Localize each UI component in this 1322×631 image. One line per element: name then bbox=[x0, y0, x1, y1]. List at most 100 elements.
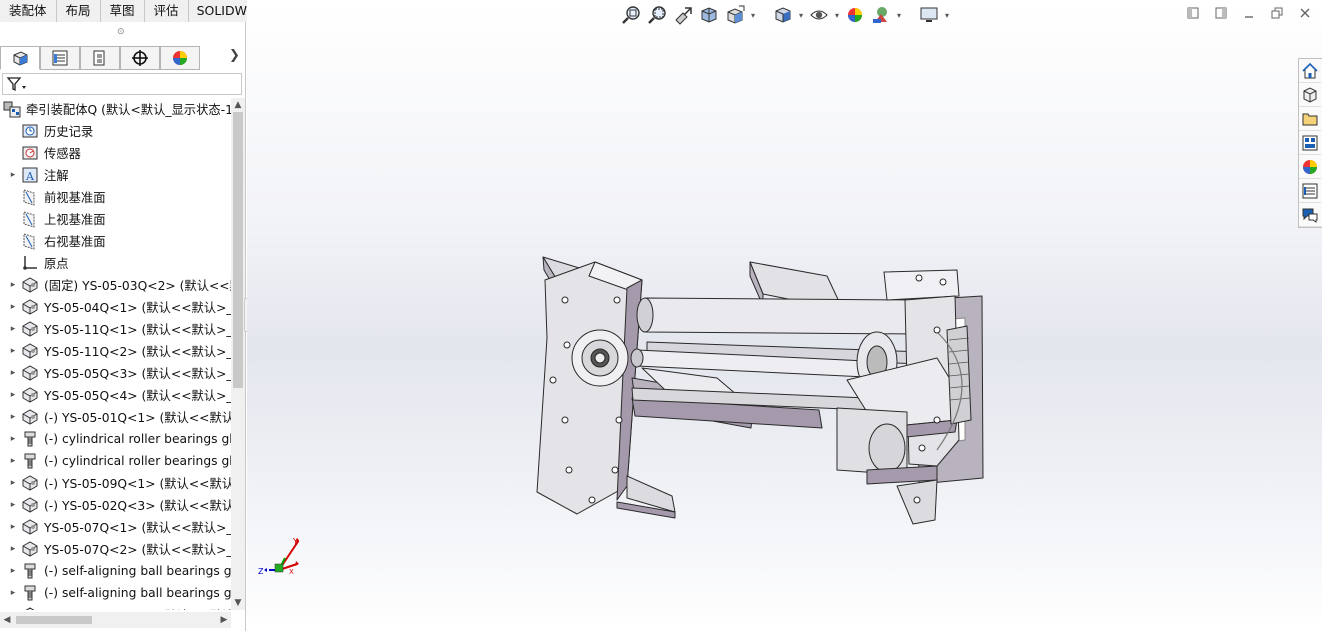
tab-2[interactable]: 草图 bbox=[100, 0, 145, 22]
tree-item-label: YS-05-07Q<1> (默认<<默认>_显 bbox=[44, 521, 231, 535]
expand-arrow-icon[interactable]: ▸ bbox=[6, 368, 20, 378]
assembly-icon bbox=[2, 100, 22, 118]
manager-tabs: ⊙ ❯ bbox=[0, 22, 246, 70]
filter-icon[interactable] bbox=[6, 76, 28, 92]
tree-item[interactable]: ▸ (-) self-aligning ball bearings gl bbox=[0, 582, 231, 604]
tree-item-label: 右视基准面 bbox=[44, 235, 106, 249]
tree-item-label: 牵引装配体Q (默认<默认_显示状态-1 bbox=[26, 103, 231, 117]
part-icon bbox=[20, 342, 40, 360]
tree-item-label: YS-05-11Q<2> (默认<<默认>_显 bbox=[44, 345, 231, 359]
part-icon bbox=[20, 386, 40, 404]
expand-arrow-icon[interactable]: ▸ bbox=[6, 478, 20, 488]
tree-item-label: 注解 bbox=[44, 169, 69, 183]
tree-item-label: YS-05-11Q<1> (默认<<默认>_显 bbox=[44, 323, 231, 337]
tree-item[interactable]: ▸(-) YS-05-08Q<1> (默认<<默认> bbox=[0, 604, 231, 610]
triad-y-label: Y bbox=[292, 537, 298, 546]
expand-arrow-icon[interactable]: ▸ bbox=[6, 390, 20, 400]
expand-arrow-icon[interactable]: ▸ bbox=[6, 544, 20, 554]
h-scroll-thumb[interactable] bbox=[16, 616, 92, 624]
tab-3[interactable]: 评估 bbox=[144, 0, 189, 22]
toolbox-part-icon bbox=[20, 452, 40, 470]
tree-item[interactable]: 原点 bbox=[0, 252, 231, 274]
plane-icon bbox=[20, 188, 40, 206]
tree-item-label: (-) self-aligning ball bearings gl bbox=[44, 564, 231, 578]
tree-item-label: 原点 bbox=[44, 257, 69, 271]
part-icon bbox=[20, 540, 40, 558]
tree-item-label: (-) YS-05-01Q<1> (默认<<默认> bbox=[44, 411, 231, 425]
tree-item[interactable]: ▸ YS-05-05Q<3> (默认<<默认>_显 bbox=[0, 362, 231, 384]
tree-item[interactable]: ▸ YS-05-05Q<4> (默认<<默认>_显 bbox=[0, 384, 231, 406]
scroll-right-icon[interactable]: ▶ bbox=[217, 612, 231, 628]
reference-triad: Y Z X bbox=[258, 537, 299, 576]
part-icon bbox=[20, 298, 40, 316]
tree-item-label: 传感器 bbox=[44, 147, 81, 161]
triad-z-label: Z bbox=[258, 567, 264, 576]
part-icon bbox=[20, 408, 40, 426]
tree-item[interactable]: 右视基准面 bbox=[0, 230, 231, 252]
configurationmanager-icon[interactable] bbox=[80, 46, 120, 70]
tree-item[interactable]: ▸ (-) cylindrical roller bearings gb bbox=[0, 428, 231, 450]
part-icon bbox=[20, 474, 40, 492]
tree-filter[interactable] bbox=[2, 73, 242, 95]
expand-arrow-icon[interactable]: ▸ bbox=[6, 170, 20, 180]
tree-item[interactable]: ▸ A 注解 bbox=[0, 164, 231, 186]
expand-arrow-icon[interactable]: ▸ bbox=[6, 280, 20, 290]
expand-arrow-icon[interactable]: ▸ bbox=[6, 566, 20, 576]
tree-item-label: (-) YS-05-08Q<1> (默认<<默认> bbox=[44, 606, 231, 610]
origin-icon bbox=[20, 254, 40, 272]
expand-arrow-icon[interactable]: ▸ bbox=[6, 412, 20, 422]
tree-item[interactable]: ▸ (-) YS-05-09Q<1> (默认<<默认> bbox=[0, 472, 231, 494]
assembly-model[interactable] bbox=[247, 0, 1322, 631]
expand-arrow-icon[interactable]: ▸ bbox=[6, 456, 20, 466]
tree-item[interactable]: 传感器 bbox=[0, 142, 231, 164]
tab-1[interactable]: 布局 bbox=[56, 0, 101, 22]
history-icon bbox=[20, 122, 40, 140]
display-manager-icon[interactable] bbox=[160, 46, 200, 70]
tree-item[interactable]: ▸ (-) YS-05-02Q<3> (默认<<默认> bbox=[0, 494, 231, 516]
expand-arrow-icon[interactable]: ▸ bbox=[6, 346, 20, 356]
featuremanager-icon[interactable] bbox=[0, 46, 40, 70]
expand-arrow-icon[interactable]: ▸ bbox=[6, 324, 20, 334]
chevron-right-icon[interactable]: ❯ bbox=[229, 48, 240, 63]
expand-arrow-icon[interactable]: ▸ bbox=[6, 522, 20, 532]
tree-horizontal-scrollbar[interactable]: ◀ ▶ bbox=[0, 612, 231, 628]
tree-item-label: YS-05-05Q<3> (默认<<默认>_显 bbox=[44, 367, 231, 381]
tree-item[interactable]: 上视基准面 bbox=[0, 208, 231, 230]
tree-item-label: (-) cylindrical roller bearings gb bbox=[44, 454, 231, 468]
part-icon bbox=[20, 606, 40, 610]
tree-item-label: (固定) YS-05-03Q<2> (默认<<默 bbox=[44, 279, 231, 293]
tree-item[interactable]: ▸ (-) YS-05-01Q<1> (默认<<默认> bbox=[0, 406, 231, 428]
panel-grip-icon[interactable]: ⊙ bbox=[117, 27, 125, 37]
tree-root[interactable]: 牵引装配体Q (默认<默认_显示状态-1 bbox=[0, 98, 231, 120]
tree-item[interactable]: 前视基准面 bbox=[0, 186, 231, 208]
tree-item-label: YS-05-04Q<1> (默认<<默认>_显 bbox=[44, 301, 231, 315]
scroll-up-icon[interactable]: ▲ bbox=[231, 98, 245, 112]
tree-item-label: (-) YS-05-09Q<1> (默认<<默认> bbox=[44, 477, 231, 491]
scroll-left-icon[interactable]: ◀ bbox=[0, 612, 14, 628]
expand-arrow-icon[interactable]: ▸ bbox=[6, 434, 20, 444]
dimxpert-icon[interactable] bbox=[120, 46, 160, 70]
expand-arrow-icon[interactable]: ▸ bbox=[6, 500, 20, 510]
part-icon bbox=[20, 276, 40, 294]
tree-item[interactable]: ▸ (固定) YS-05-03Q<2> (默认<<默 bbox=[0, 274, 231, 296]
tree-item[interactable]: ▸ YS-05-11Q<1> (默认<<默认>_显 bbox=[0, 318, 231, 340]
expand-arrow-icon[interactable]: ▸ bbox=[6, 588, 20, 598]
graphics-area[interactable]: ▾ ▾ ▾ ▾ ▾ Y Z X bbox=[247, 0, 1322, 631]
propertymanager-icon[interactable] bbox=[40, 46, 80, 70]
tree-item[interactable]: ▸ (-) self-aligning ball bearings gl bbox=[0, 560, 231, 582]
tree-item[interactable]: 历史记录 bbox=[0, 120, 231, 142]
tree-item[interactable]: ▸ YS-05-07Q<1> (默认<<默认>_显 bbox=[0, 516, 231, 538]
tree-vertical-scrollbar[interactable]: ▲ ▼ bbox=[231, 98, 245, 610]
part-icon bbox=[20, 518, 40, 536]
tree-item[interactable]: ▸ YS-05-04Q<1> (默认<<默认>_显 bbox=[0, 296, 231, 318]
scroll-down-icon[interactable]: ▼ bbox=[231, 596, 245, 610]
tab-0[interactable]: 装配体 bbox=[0, 0, 57, 22]
part-icon bbox=[20, 496, 40, 514]
scroll-thumb[interactable] bbox=[233, 112, 243, 388]
tree-item[interactable]: ▸ (-) cylindrical roller bearings gb bbox=[0, 450, 231, 472]
tree-item-label: 前视基准面 bbox=[44, 191, 106, 205]
tree-item[interactable]: ▸ YS-05-11Q<2> (默认<<默认>_显 bbox=[0, 340, 231, 362]
part-icon bbox=[20, 364, 40, 382]
expand-arrow-icon[interactable]: ▸ bbox=[6, 302, 20, 312]
tree-item[interactable]: ▸ YS-05-07Q<2> (默认<<默认>_显 bbox=[0, 538, 231, 560]
